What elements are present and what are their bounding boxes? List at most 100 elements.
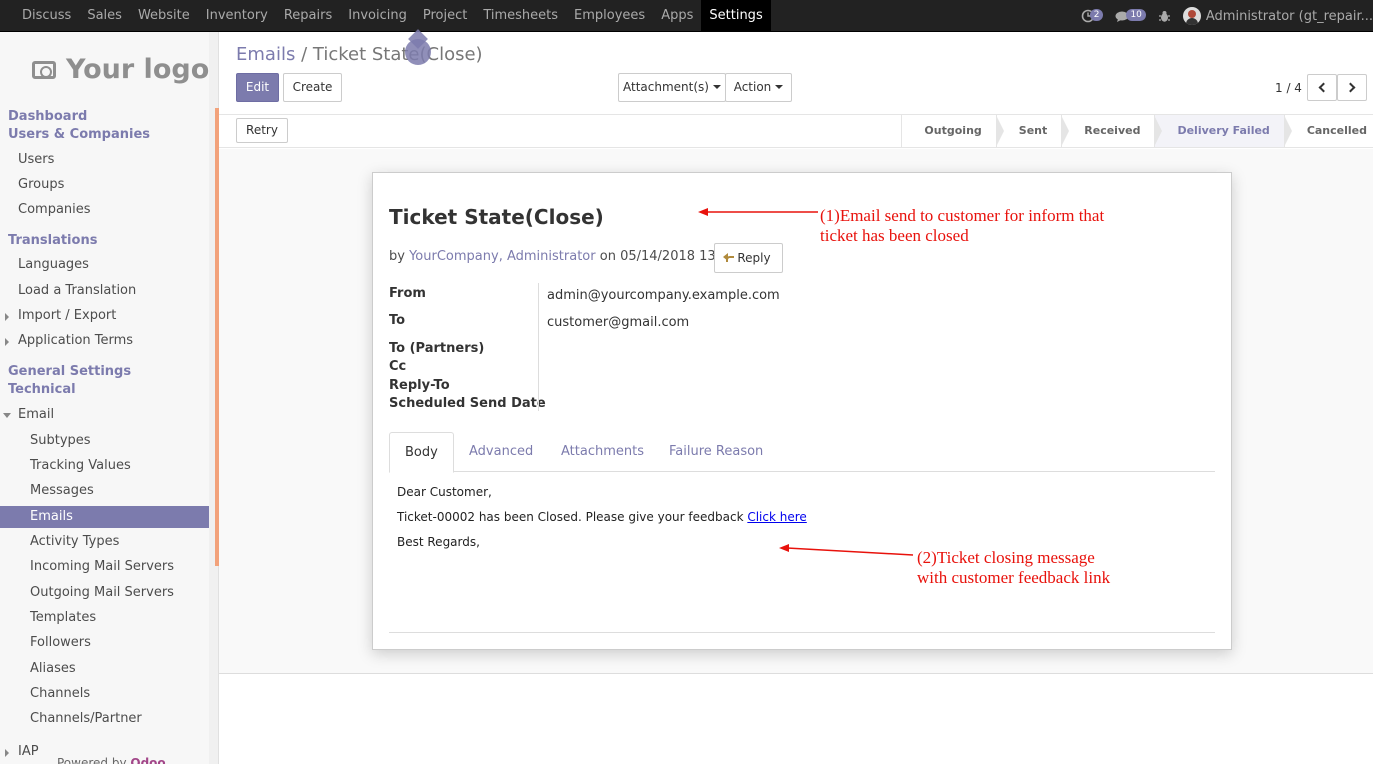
attachments-label: Attachment(s)	[623, 80, 709, 94]
edit-button[interactable]: Edit	[236, 73, 279, 102]
stage-label: Delivery Failed	[1177, 124, 1270, 137]
sidebar-item-templates[interactable]: Templates	[0, 607, 209, 629]
menu-discuss[interactable]: Discuss	[14, 0, 79, 32]
user-menu[interactable]: Administrator (gt_repair...	[1182, 7, 1373, 25]
stage-sent[interactable]: Sent	[995, 115, 1070, 147]
menu-inventory[interactable]: Inventory	[198, 0, 276, 32]
sidebar-item-activity-types[interactable]: Activity Types	[0, 531, 209, 553]
tab-attachments[interactable]: Attachments	[546, 432, 659, 472]
systray: 2 10 Administrator (gt_repair...	[1081, 0, 1373, 32]
reply-button[interactable]: Reply	[714, 243, 783, 273]
sidebar-item-application-terms[interactable]: Application Terms	[0, 330, 209, 352]
sidebar-item-followers[interactable]: Followers	[0, 632, 209, 654]
sidebar-item-subtypes[interactable]: Subtypes	[0, 430, 209, 452]
tab-advanced[interactable]: Advanced	[454, 432, 548, 472]
tab-body[interactable]: Body	[389, 432, 454, 473]
powered-by-brand[interactable]: Odoo	[130, 756, 165, 764]
sidebar-item-users[interactable]: Users	[0, 149, 209, 171]
sidebar-item-incoming-mail-servers[interactable]: Incoming Mail Servers	[0, 556, 209, 578]
menu-apps[interactable]: Apps	[653, 0, 701, 32]
to-value: customer@gmail.com	[547, 315, 690, 330]
activity-badge: 2	[1089, 9, 1104, 21]
retry-button[interactable]: Retry	[236, 118, 288, 143]
cursor-drop-icon	[404, 30, 432, 66]
sidebar-item-load-translation[interactable]: Load a Translation	[0, 280, 209, 302]
breadcrumb: Emails / Ticket State(Close)	[236, 44, 483, 65]
menu-invoicing[interactable]: Invoicing	[340, 0, 415, 32]
action-label: Action	[733, 80, 772, 94]
create-button[interactable]: Create	[283, 73, 342, 102]
caret-down-icon	[712, 85, 721, 89]
stage-outgoing[interactable]: Outgoing	[901, 115, 1004, 147]
breadcrumb-separator: /	[301, 44, 308, 65]
sidebar-item-aliases[interactable]: Aliases	[0, 658, 209, 680]
sheet-divider	[389, 632, 1215, 633]
tab-failure-reason[interactable]: Failure Reason	[654, 432, 778, 472]
menu-timesheets[interactable]: Timesheets	[475, 0, 566, 32]
cc-label: Cc	[389, 359, 407, 374]
stage-received[interactable]: Received	[1061, 115, 1163, 147]
top-navbar: Discuss Sales Website Inventory Repairs …	[0, 0, 1373, 32]
menu-project[interactable]: Project	[415, 0, 475, 32]
sidebar-section-users-companies[interactable]: Users & Companies	[8, 127, 150, 142]
stage-label: Sent	[1018, 124, 1048, 137]
sidebar-item-tracking-values[interactable]: Tracking Values	[0, 455, 209, 477]
attachments-dropdown[interactable]: Attachment(s)	[618, 73, 726, 102]
stage-arrow	[995, 115, 1004, 147]
sidebar-item-languages[interactable]: Languages	[0, 254, 209, 276]
sidebar-item-channels-partner[interactable]: Channels/Partner	[0, 708, 209, 730]
notebook-tabs: Body Advanced Attachments Failure Reason	[389, 432, 1215, 473]
annotation-note-1: (1)Email send to customer for inform tha…	[820, 206, 1104, 246]
author-company-link[interactable]: YourCompany,	[409, 249, 503, 264]
sidebar-section-technical[interactable]: Technical	[8, 382, 76, 397]
from-value: admin@yourcompany.example.com	[547, 288, 780, 303]
sidebar-item-label: Import / Export	[18, 308, 117, 323]
status-bar: Retry Outgoing Sent Received Delivery Fa…	[219, 114, 1373, 148]
app-menu: Discuss Sales Website Inventory Repairs …	[14, 0, 771, 32]
sidebar-item-messages[interactable]: Messages	[0, 480, 209, 502]
menu-sales[interactable]: Sales	[79, 0, 130, 32]
sidebar-item-label: Application Terms	[18, 333, 134, 348]
sidebar-item-email[interactable]: Email	[0, 404, 209, 426]
stage-delivery-failed[interactable]: Delivery Failed	[1154, 115, 1292, 147]
feedback-link[interactable]: Click here	[747, 510, 806, 524]
breadcrumb-current: Ticket State(Close)	[312, 44, 483, 65]
camera-icon	[32, 60, 56, 79]
stage-arrow	[1061, 115, 1070, 147]
menu-repairs[interactable]: Repairs	[276, 0, 340, 32]
caret-right-icon	[5, 338, 9, 346]
pager-next-button[interactable]	[1337, 74, 1367, 101]
scheduled-send-date-label: Scheduled Send Date	[389, 396, 546, 411]
messaging-menu[interactable]: 10	[1115, 9, 1146, 23]
menu-employees[interactable]: Employees	[566, 0, 653, 32]
to-label: To	[389, 313, 406, 328]
sidebar-section-dashboard[interactable]: Dashboard	[8, 109, 87, 124]
sidebar-item-import-export[interactable]: Import / Export	[0, 305, 209, 327]
sidebar-item-groups[interactable]: Groups	[0, 174, 209, 196]
annotation-note-2-line-2: with customer feedback link	[917, 568, 1111, 587]
sidebar-section-general-settings[interactable]: General Settings	[8, 364, 131, 379]
sidebar-item-label: IAP	[18, 744, 39, 759]
sidebar-item-outgoing-mail-servers[interactable]: Outgoing Mail Servers	[0, 582, 209, 604]
author-user-link[interactable]: Administrator	[507, 249, 596, 264]
action-dropdown[interactable]: Action	[725, 73, 792, 102]
sidebar-section-translations[interactable]: Translations	[8, 233, 97, 248]
pager-value: 1 / 4	[1275, 81, 1302, 95]
activity-menu[interactable]: 2	[1081, 9, 1104, 23]
menu-settings[interactable]: Settings	[701, 0, 771, 32]
sidebar-item-companies[interactable]: Companies	[0, 199, 209, 221]
sidebar: Your logo Dashboard Users & Companies Us…	[0, 32, 219, 764]
company-logo: Your logo	[32, 54, 209, 85]
debug-menu[interactable]	[1158, 10, 1171, 23]
menu-website[interactable]: Website	[130, 0, 198, 32]
pager-previous-button[interactable]	[1307, 74, 1337, 101]
breadcrumb-emails[interactable]: Emails	[236, 44, 295, 65]
sidebar-item-channels[interactable]: Channels	[0, 683, 209, 705]
stage-cancelled[interactable]: Cancelled	[1283, 115, 1373, 147]
reply-label: Reply	[737, 251, 771, 265]
stage-arrow	[1154, 115, 1163, 147]
sidebar-item-emails[interactable]: Emails	[0, 506, 209, 528]
caret-down-icon	[3, 413, 11, 418]
email-subject: Ticket State(Close)	[389, 205, 604, 229]
reply-to-label: Reply-To	[389, 378, 450, 393]
